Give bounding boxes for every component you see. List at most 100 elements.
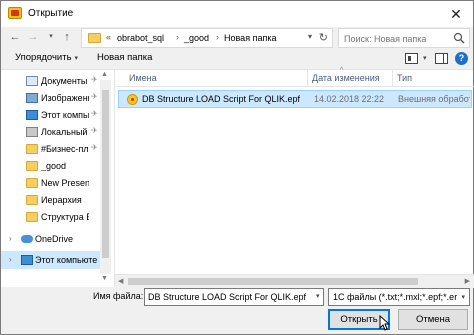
horizontal-scrollbar[interactable]: ◀ ▶ xyxy=(115,274,474,288)
horizontal-scroll-thumb[interactable] xyxy=(128,278,418,285)
sidebar-item-label: Этот компьютер xyxy=(35,255,97,265)
refresh-icon[interactable]: ↻ xyxy=(319,31,328,44)
file-name: DB Structure LOAD Script For QLIK.epf xyxy=(142,94,301,104)
cloud-icon xyxy=(21,235,33,243)
sidebar-item-this-pc[interactable]: › Этот компьютер xyxy=(1,251,100,269)
chevron-down-icon: ▾ xyxy=(74,55,79,62)
new-folder-button[interactable]: Новая папка xyxy=(97,52,152,63)
sidebar-item-label: Изображения xyxy=(41,93,89,103)
sidebar-item-label: Структура БД 1С xyxy=(41,212,89,222)
breadcrumb-item[interactable]: Новая папка xyxy=(224,33,276,43)
file-type-select[interactable]: 1С файлы (*.txt;*.mxl;*.epf;*.erf) ▾ xyxy=(328,288,470,306)
command-bar: Упорядочить ▾ Новая папка ▾ ? xyxy=(1,49,473,69)
sidebar-item-new-presentation[interactable]: New Presentation xyxy=(1,174,100,192)
file-type: Внешняя обработка xyxy=(398,94,470,104)
sidebar-item-documents[interactable]: Документы ✈ xyxy=(1,72,100,90)
scroll-down-icon[interactable]: ▼ xyxy=(101,275,108,282)
filename-input[interactable] xyxy=(144,288,324,306)
chevron-right-icon: › xyxy=(216,32,219,42)
sidebar-item-this-pc-pinned[interactable]: Этот компьютер ✈ xyxy=(1,106,100,124)
open-file-dialog: Открытие ✕ ← → ▾ ↑ « obrabot_sql › _good… xyxy=(0,0,474,335)
column-divider[interactable] xyxy=(307,70,308,87)
filename-label: Имя файла: xyxy=(93,291,144,301)
chevron-right-icon[interactable]: › xyxy=(9,234,12,243)
sidebar-item-label: New Presentation xyxy=(41,178,89,188)
folder-icon xyxy=(26,144,38,154)
organize-label: Упорядочить xyxy=(15,52,72,63)
sidebar-item-onedrive[interactable]: › OneDrive xyxy=(1,230,100,248)
column-divider[interactable] xyxy=(392,70,393,87)
breadcrumb-item[interactable]: _good xyxy=(184,33,209,43)
scroll-left-icon[interactable]: ◀ xyxy=(118,277,123,285)
computer-icon xyxy=(26,110,38,120)
window-title: Открытие xyxy=(28,8,74,19)
sidebar-item-good[interactable]: _good xyxy=(1,157,100,175)
title-bar: Открытие ✕ xyxy=(1,1,473,27)
pin-icon: ✈ xyxy=(91,143,98,152)
organize-button[interactable]: Упорядочить ▾ xyxy=(15,52,78,63)
sidebar-item-label: #Бизнес-планы xyxy=(41,144,89,154)
arrow-left-icon[interactable]: ← xyxy=(7,29,23,45)
epf-file-icon xyxy=(127,94,138,105)
sidebar-item-pictures[interactable]: Изображения ✈ xyxy=(1,89,100,107)
search-box[interactable] xyxy=(338,28,470,48)
search-icon xyxy=(453,32,465,44)
file-type-value: 1С файлы (*.txt;*.mxl;*.epf;*.erf) xyxy=(333,292,457,302)
sidebar-item-business-plans[interactable]: #Бизнес-планы ✈ xyxy=(1,140,100,158)
folder-icon xyxy=(26,161,38,171)
chevron-down-icon: ▾ xyxy=(461,294,465,301)
cancel-button[interactable]: Отмена xyxy=(398,309,468,330)
chevron-down-icon[interactable]: ▾ xyxy=(316,292,320,300)
arrow-right-icon[interactable]: → xyxy=(25,29,41,45)
breadcrumb-overflow[interactable]: « xyxy=(106,32,111,42)
navigation-bar: ← → ▾ ↑ « obrabot_sql › _good › Новая па… xyxy=(1,27,473,49)
file-row[interactable]: DB Structure LOAD Script For QLIK.epf 14… xyxy=(118,90,472,108)
chevron-right-icon[interactable]: › xyxy=(9,255,12,264)
view-options-icon[interactable] xyxy=(405,53,418,64)
folder-icon xyxy=(26,195,38,205)
dialog-footer: Имя файла: ▾ 1С файлы (*.txt;*.mxl;*.epf… xyxy=(1,287,473,334)
app-1c-icon xyxy=(8,7,22,19)
scroll-right-icon[interactable]: ▶ xyxy=(465,277,470,285)
column-header-date[interactable]: Дата изменения xyxy=(312,73,380,83)
pin-icon: ✈ xyxy=(91,92,98,101)
file-date: 14.02.2018 22:22 xyxy=(314,94,385,104)
sidebar-item-label: OneDrive xyxy=(35,234,74,244)
pin-icon: ✈ xyxy=(91,109,98,118)
search-input[interactable] xyxy=(344,32,452,45)
chevron-down-icon[interactable]: ▾ xyxy=(43,29,59,45)
sidebar-item-label: Локальный диск xyxy=(41,127,89,137)
sidebar-item-label: Этот компьютер xyxy=(41,110,89,120)
chevron-down-icon[interactable]: ▾ xyxy=(308,32,312,41)
chevron-down-icon[interactable]: ▾ xyxy=(423,54,427,62)
breadcrumb-item[interactable]: obrabot_sql xyxy=(117,33,164,43)
sidebar-item-label: Документы xyxy=(41,76,88,86)
arrow-up-icon[interactable]: ↑ xyxy=(59,29,75,45)
navigation-pane: Документы ✈ Изображения ✈ Этот компьютер… xyxy=(1,70,113,288)
help-icon[interactable]: ? xyxy=(455,52,468,65)
sidebar-item-db-structure[interactable]: Структура БД 1С xyxy=(1,208,100,226)
scroll-up-icon[interactable]: ▲ xyxy=(101,71,108,78)
address-bar[interactable]: « obrabot_sql › _good › Новая папка ▾ ↻ xyxy=(81,28,333,48)
sidebar-item-hierarchy[interactable]: Иерархия xyxy=(1,191,100,209)
preview-pane-icon[interactable] xyxy=(435,53,448,64)
column-header-type[interactable]: Тип xyxy=(397,73,412,83)
disk-icon xyxy=(26,127,38,137)
folder-icon xyxy=(26,178,38,188)
sidebar-item-label: Иерархия xyxy=(41,195,82,205)
computer-icon xyxy=(21,255,33,265)
close-icon[interactable]: ✕ xyxy=(447,5,465,23)
pin-icon: ✈ xyxy=(91,126,98,135)
sidebar-item-label: _good xyxy=(41,161,67,171)
sidebar-item-local-disk[interactable]: Локальный диск ✈ xyxy=(1,123,100,141)
folder-icon xyxy=(26,212,38,222)
pictures-icon xyxy=(26,93,38,103)
pin-icon: ✈ xyxy=(91,75,98,84)
chevron-right-icon: › xyxy=(176,32,179,42)
folder-icon xyxy=(88,33,101,43)
sidebar-scroll-thumb[interactable] xyxy=(102,90,109,258)
content-area: Документы ✈ Изображения ✈ Этот компьютер… xyxy=(1,67,474,288)
file-list: Имена ^ Дата изменения Тип DB Structure … xyxy=(114,67,474,288)
mouse-cursor-icon xyxy=(379,315,391,331)
column-header-name[interactable]: Имена xyxy=(129,73,157,83)
